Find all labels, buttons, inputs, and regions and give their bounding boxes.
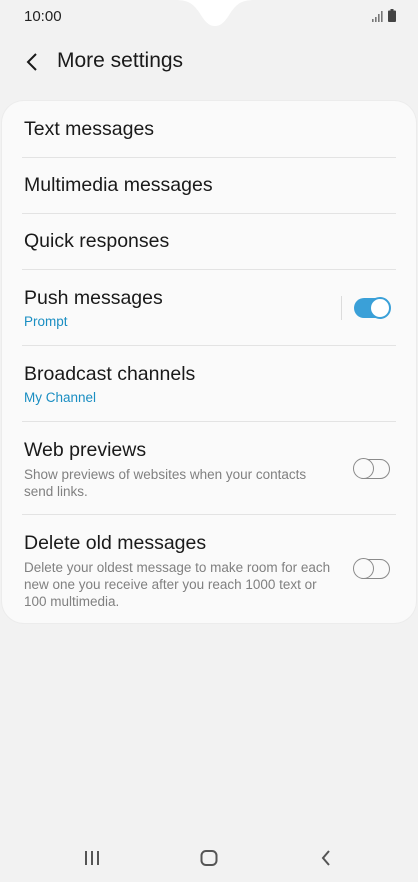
setting-value: Prompt [24, 314, 68, 329]
setting-multimedia-messages[interactable]: Multimedia messages [2, 158, 416, 214]
app-header: More settings [0, 40, 418, 84]
recents-icon [85, 851, 99, 865]
toggle-knob [369, 297, 391, 319]
signal-icon [372, 11, 383, 22]
setting-title: Multimedia messages [24, 174, 213, 196]
camera-notch [175, 0, 255, 26]
battery-icon [388, 9, 396, 22]
home-button[interactable] [189, 844, 229, 872]
setting-quick-responses[interactable]: Quick responses [2, 214, 416, 270]
chevron-left-icon [26, 53, 37, 71]
settings-card: Text messages Multimedia messages Quick … [2, 101, 416, 623]
toggle-knob [353, 558, 374, 579]
setting-title: Text messages [24, 118, 155, 140]
vertical-separator [341, 296, 342, 320]
back-icon [321, 850, 330, 866]
setting-text-messages[interactable]: Text messages [2, 101, 416, 157]
status-icons [372, 9, 396, 22]
push-messages-toggle[interactable] [354, 297, 391, 319]
toggle-knob [353, 458, 374, 479]
home-icon [200, 850, 218, 866]
setting-description: Show previews of websites when your cont… [24, 467, 307, 499]
setting-title: Delete old messages [24, 532, 207, 554]
navigation-bar [0, 836, 418, 880]
back-button[interactable] [16, 46, 48, 78]
screen: 10:00 More settings Text messages Multim… [0, 0, 418, 882]
setting-web-previews[interactable]: Web previews Show previews of websites w… [2, 422, 416, 514]
setting-broadcast-channels[interactable]: Broadcast channels My Channel [2, 346, 416, 421]
setting-title: Broadcast channels [24, 363, 196, 385]
setting-title: Push messages [24, 287, 163, 309]
page-title: More settings [57, 49, 184, 72]
setting-description: Delete your oldest message to make room … [24, 560, 331, 609]
delete-old-messages-toggle[interactable] [353, 558, 390, 579]
back-nav-button[interactable] [306, 844, 346, 872]
setting-value: My Channel [24, 390, 97, 405]
web-previews-toggle[interactable] [353, 458, 390, 479]
setting-delete-old-messages[interactable]: Delete old messages Delete your oldest m… [2, 515, 416, 623]
recents-button[interactable] [72, 844, 112, 872]
setting-push-messages[interactable]: Push messages Prompt [2, 270, 416, 345]
setting-title: Quick responses [24, 230, 170, 252]
status-bar: 10:00 [0, 0, 418, 34]
status-time: 10:00 [24, 8, 62, 25]
setting-title: Web previews [24, 439, 147, 461]
